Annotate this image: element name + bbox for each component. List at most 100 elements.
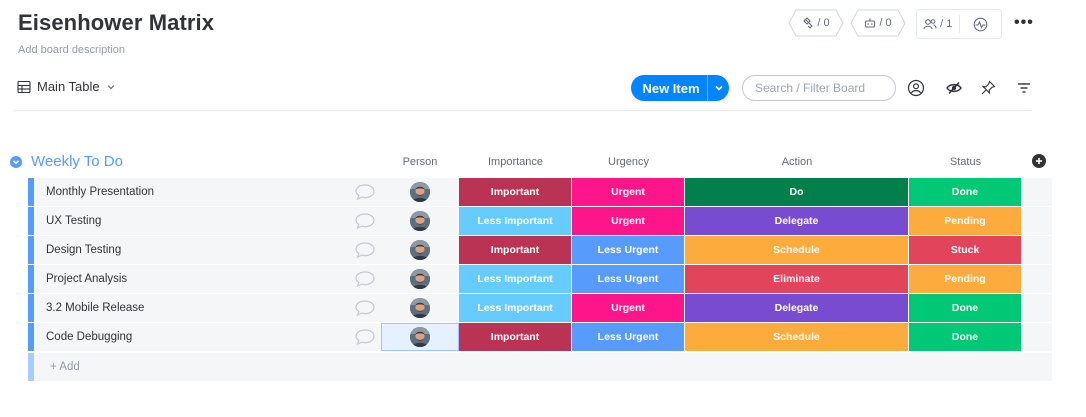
column-header-action[interactable]: Action	[685, 156, 909, 168]
chevron-down-icon	[12, 160, 20, 165]
board-members: / 1	[916, 9, 1002, 39]
status-cell[interactable]: Done	[909, 323, 1021, 351]
status-cell[interactable]: Done	[909, 178, 1021, 206]
activity-button[interactable]	[960, 10, 1002, 38]
avatar	[410, 240, 430, 260]
action-cell[interactable]: Do	[685, 178, 908, 206]
hide-columns-icon[interactable]	[945, 79, 963, 97]
add-column-button[interactable]	[1032, 154, 1046, 168]
action-cell[interactable]: Schedule	[685, 323, 908, 351]
importance-cell[interactable]: Important	[459, 178, 571, 206]
table-row[interactable]: Design Testing Important Less Urgent Schedu…	[28, 236, 1052, 264]
action-cell[interactable]: Eliminate	[685, 265, 908, 293]
integrations-button[interactable]: / 0	[788, 9, 844, 37]
person-cell[interactable]	[381, 178, 459, 206]
item-name[interactable]: Design Testing	[46, 244, 121, 256]
item-name-cell[interactable]: Monthly Presentation	[34, 178, 408, 206]
importance-cell[interactable]: Important	[459, 236, 571, 264]
chat-bubble-icon[interactable]	[354, 270, 376, 288]
person-cell[interactable]	[381, 323, 459, 351]
chat-bubble-icon[interactable]	[354, 299, 376, 317]
status-cell[interactable]: Pending	[909, 265, 1021, 293]
action-cell[interactable]: Schedule	[685, 236, 908, 264]
view-tab-label: Main Table	[37, 79, 100, 94]
empty-cell	[1022, 178, 1052, 206]
item-name-cell[interactable]: Project Analysis	[34, 265, 408, 293]
person-cell[interactable]	[381, 294, 459, 322]
chat-bubble-icon[interactable]	[354, 183, 376, 201]
filter-icon[interactable]	[1015, 79, 1033, 97]
avatar	[410, 269, 430, 289]
importance-cell[interactable]: Less Important	[459, 294, 571, 322]
item-name[interactable]: 3.2 Mobile Release	[46, 302, 144, 314]
importance-cell[interactable]: Less Important	[459, 265, 571, 293]
table-row[interactable]: 3.2 Mobile Release Less Important Urgent De…	[28, 294, 1052, 322]
chat-bubble-icon[interactable]	[354, 328, 376, 346]
person-cell[interactable]	[381, 236, 459, 264]
activity-icon	[973, 17, 988, 31]
chat-bubble-icon[interactable]	[354, 241, 376, 259]
status-cell[interactable]: Stuck	[909, 236, 1021, 264]
item-name[interactable]: UX Testing	[46, 215, 101, 227]
new-item-dropdown[interactable]	[707, 75, 729, 101]
integrations-icon	[803, 17, 814, 29]
empty-cell	[1022, 323, 1052, 351]
person-cell[interactable]	[381, 207, 459, 235]
status-cell[interactable]: Pending	[909, 207, 1021, 235]
add-item-label[interactable]: + Add	[50, 361, 80, 373]
urgency-cell[interactable]: Urgent	[572, 294, 684, 322]
group-collapse-toggle[interactable]	[10, 156, 22, 168]
column-header-person[interactable]: Person	[381, 156, 459, 168]
person-filter-icon[interactable]	[907, 79, 925, 97]
automations-count: / 0	[879, 17, 892, 29]
board-title[interactable]: Eisenhower Matrix	[18, 10, 214, 36]
item-name-cell[interactable]: 3.2 Mobile Release	[34, 294, 408, 322]
new-item-button[interactable]: New Item	[631, 75, 729, 101]
column-header-urgency[interactable]: Urgency	[572, 156, 685, 168]
avatar	[410, 211, 430, 231]
table-row[interactable]: Project Analysis Less Important Less Urgen…	[28, 265, 1052, 293]
empty-cell	[1022, 265, 1052, 293]
view-tab-main-table[interactable]: Main Table	[17, 79, 116, 94]
board-description[interactable]: Add board description	[18, 44, 125, 56]
avatar	[410, 298, 430, 318]
person-cell[interactable]	[381, 265, 459, 293]
table-row[interactable]: Code Debugging Important Less Urgent Schedu…	[28, 323, 1052, 351]
importance-cell[interactable]: Less Important	[459, 207, 571, 235]
action-cell[interactable]: Delegate	[685, 294, 908, 322]
item-name[interactable]: Monthly Presentation	[46, 186, 154, 198]
item-name[interactable]: Code Debugging	[46, 331, 132, 343]
column-header-status[interactable]: Status	[909, 156, 1022, 168]
urgency-cell[interactable]: Urgent	[572, 207, 684, 235]
chat-bubble-icon[interactable]	[354, 212, 376, 230]
item-name-cell[interactable]: UX Testing	[34, 207, 408, 235]
board-counters: / 0 / 0	[788, 9, 906, 37]
urgency-cell[interactable]: Less Urgent	[572, 236, 684, 264]
group-title[interactable]: Weekly To Do	[31, 153, 123, 170]
column-header-importance[interactable]: Importance	[459, 156, 572, 168]
item-name-cell[interactable]: Code Debugging	[34, 323, 408, 351]
more-options-button[interactable]: •••	[1014, 14, 1034, 32]
empty-cell	[1022, 207, 1052, 235]
members-button[interactable]: / 1	[917, 10, 959, 38]
add-item-row[interactable]: + Add	[28, 353, 1052, 381]
plus-icon	[1036, 158, 1042, 164]
action-cell[interactable]: Delegate	[685, 207, 908, 235]
divider	[14, 110, 1032, 111]
empty-cell	[1022, 236, 1052, 264]
new-item-label: New Item	[642, 80, 700, 96]
urgency-cell[interactable]: Less Urgent	[572, 265, 684, 293]
chevron-down-icon	[107, 84, 115, 89]
pin-icon[interactable]	[979, 79, 997, 97]
search-input[interactable]	[742, 75, 896, 101]
status-cell[interactable]: Done	[909, 294, 1021, 322]
urgency-cell[interactable]: Less Urgent	[572, 323, 684, 351]
table-row[interactable]: Monthly Presentation Important Urgent Do Don…	[28, 178, 1052, 206]
automations-button[interactable]: / 0	[850, 9, 906, 37]
importance-cell[interactable]: Important	[459, 323, 571, 351]
table-row[interactable]: UX Testing Less Important Urgent Delegate Pe…	[28, 207, 1052, 235]
item-name-cell[interactable]: Design Testing	[34, 236, 408, 264]
item-name[interactable]: Project Analysis	[46, 273, 127, 285]
integrations-count: / 0	[817, 17, 830, 29]
urgency-cell[interactable]: Urgent	[572, 178, 684, 206]
